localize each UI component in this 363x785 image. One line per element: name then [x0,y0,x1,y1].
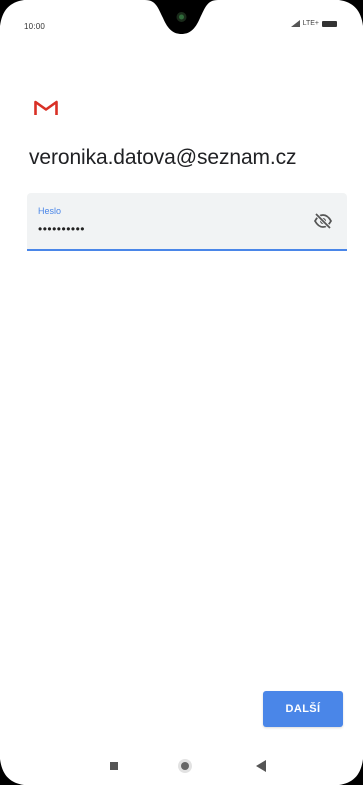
navigation-bar [0,744,363,785]
password-field[interactable]: Heslo •••••••••• [27,193,347,251]
password-label: Heslo [38,206,62,216]
network-type: LTE+ [302,20,319,27]
back-icon[interactable] [256,760,266,772]
password-input[interactable]: •••••••••• [38,222,85,236]
battery-icon [322,20,337,27]
camera-notch [145,0,218,34]
next-button[interactable]: DALŠÍ [263,691,343,727]
recents-icon[interactable] [110,762,118,770]
home-dot [181,762,189,770]
status-time: 10:00 [24,22,46,31]
signal-icon [290,20,300,27]
gmail-icon [34,100,58,115]
account-email: veronika.datova@seznam.cz [29,146,297,169]
screen: 10:00 LTE+ veronika.datova@seznam.cz Hes… [0,0,363,785]
visibility-off-icon[interactable] [313,212,333,230]
home-icon[interactable] [178,759,192,773]
status-indicators: LTE+ [290,20,337,27]
